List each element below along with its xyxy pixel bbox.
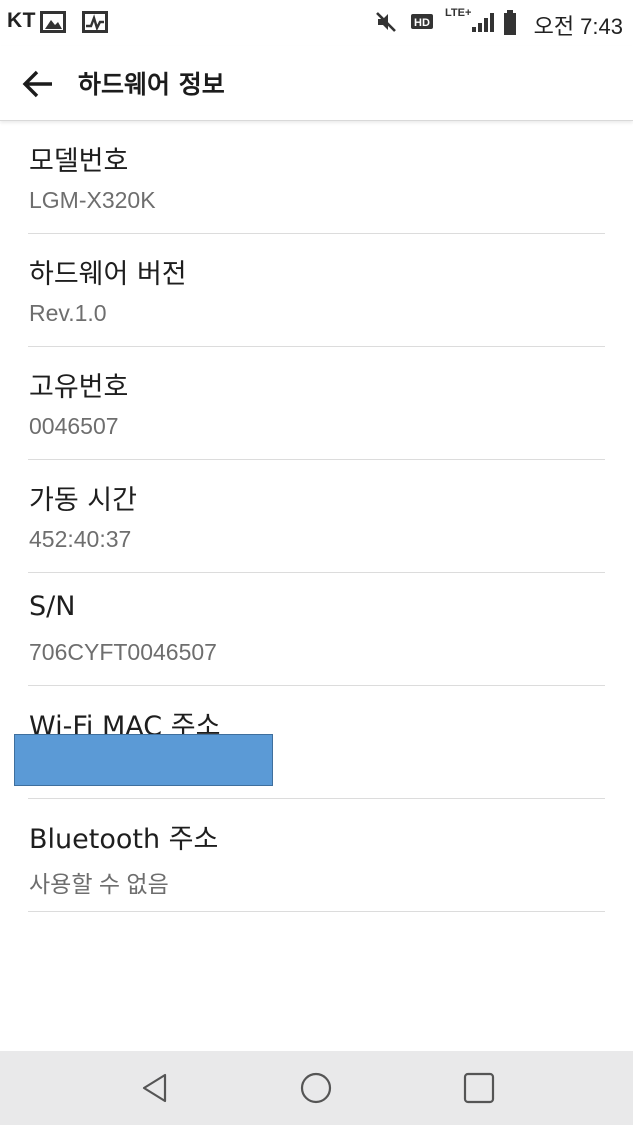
item-value: 452:40:37 (29, 526, 132, 552)
item-label: Bluetooth 주소 (29, 824, 219, 855)
hardware-info-list: 모델번호 LGM-X320K 하드웨어 버전 Rev.1.0 고유번호 0046… (0, 121, 633, 912)
status-bar: KT HD LTE+ 오전 7:43 (0, 0, 633, 46)
mute-icon (376, 12, 396, 32)
item-label: 가동 시간 (29, 485, 137, 516)
list-item-serial-number[interactable]: S/N 706CYFT0046507 (28, 573, 605, 686)
item-label: 고유번호 (29, 372, 129, 403)
item-label: 모델번호 (29, 146, 129, 177)
arrow-left-icon[interactable] (18, 64, 58, 104)
item-value: 0046507 (29, 413, 119, 439)
list-item-wifi-mac[interactable]: Wi-Fi MAC 주소 (14, 686, 605, 799)
app-bar: 하드웨어 정보 (0, 46, 633, 121)
signal-icon (472, 13, 494, 32)
battery-icon (504, 10, 516, 35)
redaction-box (14, 734, 273, 786)
item-label: S/N (29, 591, 76, 622)
list-item-hardware-version[interactable]: 하드웨어 버전 Rev.1.0 (28, 234, 605, 347)
back-triangle-icon[interactable] (136, 1068, 176, 1108)
activity-icon (82, 11, 108, 33)
list-item-uptime[interactable]: 가동 시간 452:40:37 (28, 460, 605, 573)
recents-square-icon[interactable] (459, 1068, 499, 1108)
home-circle-icon[interactable] (296, 1068, 336, 1108)
list-item-unique-number[interactable]: 고유번호 0046507 (28, 347, 605, 460)
navigation-bar (0, 1051, 633, 1125)
status-time: 오전 7:43 (533, 14, 623, 39)
list-item-model-number[interactable]: 모델번호 LGM-X320K (28, 121, 605, 234)
carrier-label: KT (7, 9, 36, 32)
image-icon (40, 11, 66, 33)
item-value: 706CYFT0046507 (29, 639, 217, 665)
lte-icon: LTE+ (445, 7, 472, 19)
list-item-bluetooth-address[interactable]: Bluetooth 주소 사용할 수 없음 (28, 799, 605, 912)
item-value: Rev.1.0 (29, 300, 107, 326)
item-value: 사용할 수 없음 (29, 871, 169, 897)
svg-text:HD: HD (414, 17, 430, 29)
hd-voice-icon: HD (411, 14, 433, 29)
page-title: 하드웨어 정보 (78, 70, 225, 99)
item-value: LGM-X320K (29, 187, 156, 213)
item-label: 하드웨어 버전 (29, 259, 187, 290)
